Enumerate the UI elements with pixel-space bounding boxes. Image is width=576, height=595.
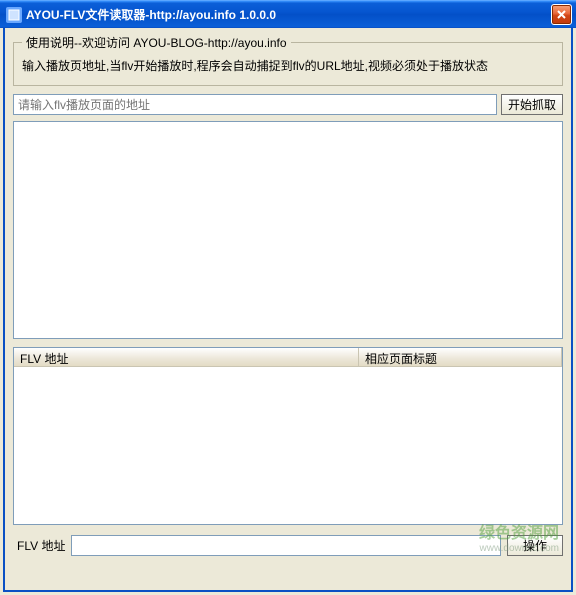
bottom-row: FLV 地址 操作 [13, 535, 563, 556]
window-title: AYOU-FLV文件读取器-http://ayou.info 1.0.0.0 [26, 6, 551, 23]
help-text: 输入播放页地址,当flv开始播放时,程序会自动捕捉到flv的URL地址,视频必须… [22, 57, 554, 75]
client-area: 使用说明--欢迎访问 AYOU-BLOG-http://ayou.info 输入… [3, 28, 573, 592]
url-input[interactable] [13, 94, 497, 115]
flv-url-label: FLV 地址 [13, 537, 65, 554]
column-page-title[interactable]: 相应页面标题 [359, 348, 562, 366]
url-input-row: 开始抓取 [13, 94, 563, 115]
column-flv-url[interactable]: FLV 地址 [14, 348, 359, 366]
flv-url-output[interactable] [71, 535, 501, 556]
results-listview[interactable]: FLV 地址 相应页面标题 [13, 347, 563, 525]
listview-header-row: FLV 地址 相应页面标题 [14, 348, 562, 367]
close-button[interactable] [551, 4, 572, 25]
titlebar: AYOU-FLV文件读取器-http://ayou.info 1.0.0.0 [0, 0, 576, 28]
capture-output-area[interactable] [13, 121, 563, 339]
help-legend: 使用说明--欢迎访问 AYOU-BLOG-http://ayou.info [22, 34, 291, 51]
action-button[interactable]: 操作 [507, 535, 563, 556]
app-icon [6, 7, 22, 23]
start-capture-button[interactable]: 开始抓取 [501, 94, 563, 115]
help-groupbox: 使用说明--欢迎访问 AYOU-BLOG-http://ayou.info 输入… [13, 34, 563, 86]
